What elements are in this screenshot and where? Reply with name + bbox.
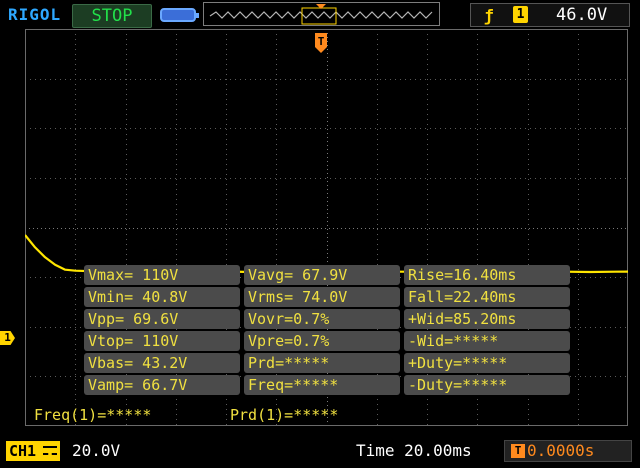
dc-coupling-icon	[43, 446, 57, 455]
trigger-source-badge: 1	[513, 6, 528, 23]
ch1-label: CH1	[9, 442, 37, 460]
brand-logo: RIGOL	[8, 5, 62, 24]
memory-depth-strip[interactable]	[203, 2, 440, 26]
measurement-value: +Wid=85.20ms	[404, 309, 570, 329]
measurement-row: Vpp= 69.6V Vovr=0.7% +Wid=85.20ms	[84, 309, 570, 329]
rising-edge-icon: ƒ	[484, 6, 494, 25]
measurement-value: +Duty=*****	[404, 353, 570, 373]
memory-preview-waveform	[209, 4, 433, 25]
measurement-row: Vbas= 43.2V Prd=***** +Duty=*****	[84, 353, 570, 373]
measurement-value: -Duty=*****	[404, 375, 570, 395]
measurement-row: Vmin= 40.8V Vrms= 74.0V Fall=22.40ms	[84, 287, 570, 307]
measurement-value: Vmin= 40.8V	[84, 287, 240, 307]
measurement-panel: Vmax= 110V Vavg= 67.9V Rise=16.40ms Vmin= 4…	[84, 265, 570, 397]
measurement-value: Vpre=0.7%	[244, 331, 400, 351]
measurement-value: Prd=*****	[244, 353, 400, 373]
measurement-value: Vovr=0.7%	[244, 309, 400, 329]
measurement-value: Fall=22.40ms	[404, 287, 570, 307]
measurement-value: Vtop= 110V	[84, 331, 240, 351]
measurement-value: Rise=16.40ms	[404, 265, 570, 285]
ch1-volts-per-div[interactable]: 20.0V	[72, 441, 120, 461]
top-status-bar: RIGOL STOP ƒ 1 46.0V	[0, 0, 640, 30]
measurement-row: Vtop= 110V Vpre=0.7% -Wid=*****	[84, 331, 570, 351]
trigger-offset-icon: T	[511, 444, 525, 458]
trigger-offset-readout[interactable]: T 0.0000s	[504, 440, 632, 462]
timebase-readout[interactable]: Time 20.00ms	[356, 441, 472, 461]
ch1-trace	[25, 234, 628, 274]
measurement-value: Vbas= 43.2V	[84, 353, 240, 373]
measurement-row: Vmax= 110V Vavg= 67.9V Rise=16.40ms	[84, 265, 570, 285]
measurement-value: Vrms= 74.0V	[244, 287, 400, 307]
ch1-badge[interactable]: CH1	[6, 441, 60, 461]
storage-icon	[160, 8, 199, 22]
measurement-value: Vamp= 66.7V	[84, 375, 240, 395]
ch1-ground-marker[interactable]: 1	[0, 331, 15, 345]
measurement-value: Vavg= 67.9V	[244, 265, 400, 285]
period-counter: Prd(1)=*****	[230, 406, 339, 424]
measurement-value: -Wid=*****	[404, 331, 570, 351]
measurement-value: Freq=*****	[244, 375, 400, 395]
measurement-value: Vmax= 110V	[84, 265, 240, 285]
measurement-row: Vamp= 66.7V Freq=***** -Duty=*****	[84, 375, 570, 395]
frequency-counter: Freq(1)=*****	[34, 406, 152, 424]
trigger-offset-value: 0.0000s	[527, 441, 595, 460]
trigger-level: 46.0V	[556, 5, 608, 25]
measurement-value: Vpp= 69.6V	[84, 309, 240, 329]
run-stop-status[interactable]: STOP	[72, 4, 152, 28]
